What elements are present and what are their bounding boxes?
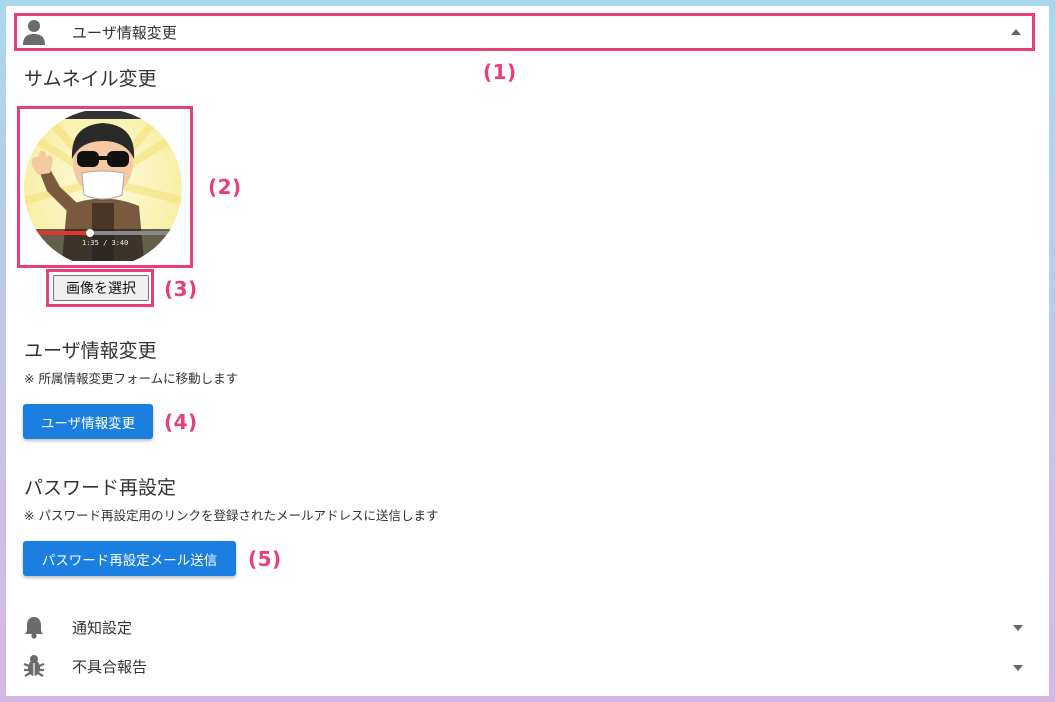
- person-icon: [21, 19, 47, 45]
- notification-settings-label: 通知設定: [72, 619, 133, 637]
- password-note: ※ パスワード再設定用のリンクを登録されたメールアドレスに送信します: [24, 508, 439, 523]
- user-info-expander[interactable]: ユーザ情報変更: [17, 16, 1032, 48]
- chevron-down-icon: [1013, 625, 1023, 631]
- user-info-button[interactable]: ユーザ情報変更: [23, 404, 153, 439]
- bug-report-expander[interactable]: 不具合報告: [17, 648, 1032, 684]
- callout-4: (4): [164, 410, 198, 434]
- bell-icon: [21, 614, 47, 640]
- callout-5: (5): [248, 547, 282, 571]
- user-info-heading: ユーザ情報変更: [24, 340, 157, 362]
- thumbnail-heading: サムネイル変更: [24, 68, 157, 90]
- callout-3: (3): [164, 277, 198, 301]
- user-info-expander-label: ユーザ情報変更: [72, 24, 177, 42]
- video-timestamp: 1:35 / 3:40: [82, 239, 129, 247]
- bug-icon: [21, 653, 47, 679]
- notification-settings-expander[interactable]: 通知設定: [17, 610, 1032, 644]
- thumbnail-image: 1:35 / 3:40: [22, 109, 184, 267]
- select-image-button[interactable]: 画像を選択: [53, 275, 149, 301]
- password-reset-button[interactable]: パスワード再設定メール送信: [23, 541, 236, 576]
- bug-report-label: 不具合報告: [72, 658, 148, 676]
- password-heading: パスワード再設定: [24, 477, 177, 499]
- chevron-up-icon: [1011, 29, 1021, 35]
- callout-1: (1): [483, 60, 517, 84]
- chevron-down-icon: [1013, 665, 1023, 671]
- callout-2: (2): [208, 175, 242, 199]
- user-info-note: ※ 所属情報変更フォームに移動します: [24, 371, 239, 386]
